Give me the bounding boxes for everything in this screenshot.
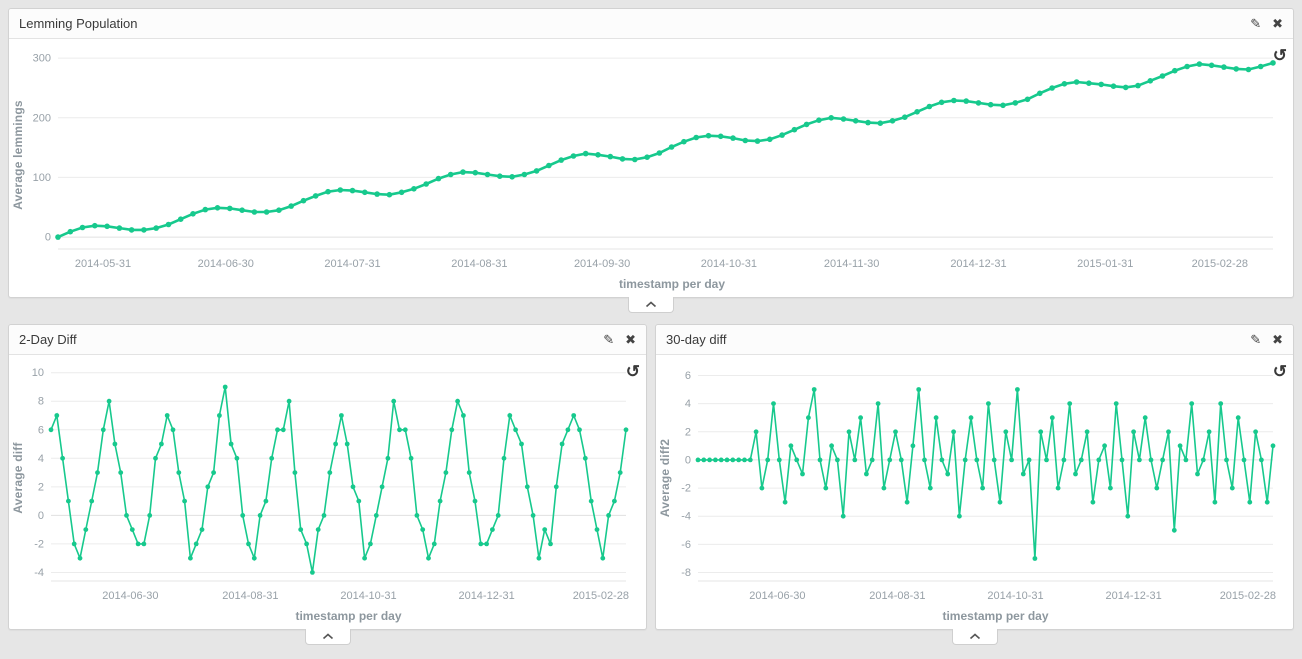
panel-actions: ✎ ✖ [603,333,636,346]
chevron-up-icon [322,633,334,640]
y-axis-label: Average diff2 [658,439,672,517]
edit-icon[interactable]: ✎ [1250,17,1261,30]
svg-text:-4: -4 [681,511,691,523]
svg-text:2: 2 [685,426,691,438]
svg-text:2014-07-31: 2014-07-31 [324,258,380,270]
svg-text:2015-01-31: 2015-01-31 [1077,258,1133,270]
svg-text:2014-10-31: 2014-10-31 [340,590,396,602]
panel-body: ↺ Average diff -4 -2 0 2 4 6 8 10 2014-06-30 2014… [9,355,646,629]
two-day-diff-line-chart[interactable]: -4 -2 0 2 4 6 8 10 2014-06-30 2014-08-31 2014-10-3… [25,359,642,607]
collapse-tab[interactable] [628,297,674,313]
svg-text:2014-08-31: 2014-08-31 [222,590,278,602]
svg-text:2014-10-31: 2014-10-31 [701,258,757,270]
svg-text:4: 4 [685,398,691,410]
panel-actions: ✎ ✖ [1250,17,1283,30]
svg-text:6: 6 [38,424,44,436]
svg-text:2014-08-31: 2014-08-31 [869,590,925,602]
svg-text:8: 8 [38,396,44,408]
svg-text:2014-12-31: 2014-12-31 [1105,590,1161,602]
panel-header: Lemming Population ✎ ✖ [9,9,1293,39]
x-axis-label: timestamp per day [672,607,1289,625]
panel-title: 2-Day Diff [19,332,77,347]
chevron-up-icon [969,633,981,640]
collapse-tab[interactable] [305,629,351,645]
edit-icon[interactable]: ✎ [603,333,614,346]
panel-2-day-diff: 2-Day Diff ✎ ✖ ↺ Average diff -4 -2 0 2 4 6 8 1… [8,324,647,630]
svg-text:300: 300 [33,53,51,65]
svg-text:0: 0 [45,232,51,244]
svg-text:2014-05-31: 2014-05-31 [75,258,131,270]
thirty-day-diff-line-chart[interactable]: -8 -6 -4 -2 0 2 4 6 2014-06-30 2014-08-31 2014-10-… [672,359,1289,607]
panel-body: ↺ Average diff2 -8 -6 -4 -2 0 2 4 6 2014-06-30 20… [656,355,1293,629]
bottom-row: 2-Day Diff ✎ ✖ ↺ Average diff -4 -2 0 2 4 6 8 1… [8,324,1294,630]
svg-text:2014-11-30: 2014-11-30 [824,258,879,270]
svg-text:2014-09-30: 2014-09-30 [574,258,630,270]
svg-text:2015-02-28: 2015-02-28 [573,590,629,602]
svg-text:-2: -2 [681,483,691,495]
close-icon[interactable]: ✖ [625,333,636,346]
svg-text:-6: -6 [681,539,691,551]
y-axis-label: Average diff [11,443,25,514]
svg-text:2014-12-31: 2014-12-31 [458,590,514,602]
lemming-population-line-chart[interactable]: 0 100 200 300 2014-05-31 2014-06-30 2014-07-31… [25,43,1289,275]
svg-text:2014-06-30: 2014-06-30 [102,590,158,602]
panel-30-day-diff: 30-day diff ✎ ✖ ↺ Average diff2 -8 -6 -4 -2… [655,324,1294,630]
collapse-tab[interactable] [952,629,998,645]
svg-text:-2: -2 [34,538,44,550]
svg-text:2014-06-30: 2014-06-30 [749,590,805,602]
panel-actions: ✎ ✖ [1250,333,1283,346]
svg-text:2: 2 [38,481,44,493]
svg-text:100: 100 [33,172,51,184]
svg-text:10: 10 [32,367,44,379]
svg-text:2014-12-31: 2014-12-31 [950,258,1006,270]
history-icon[interactable]: ↺ [1273,47,1287,64]
svg-text:-4: -4 [34,567,44,579]
close-icon[interactable]: ✖ [1272,17,1283,30]
edit-icon[interactable]: ✎ [1250,333,1261,346]
panel-body: ↺ Average lemmings 0 100 200 300 2014-05-31 2… [9,39,1293,297]
panel-lemming-population: Lemming Population ✎ ✖ ↺ Average lemming… [8,8,1294,298]
svg-text:2014-10-31: 2014-10-31 [987,590,1043,602]
panel-title: Lemming Population [19,16,138,31]
chevron-up-icon [645,301,657,308]
svg-text:2015-02-28: 2015-02-28 [1220,590,1276,602]
svg-text:200: 200 [33,112,51,124]
close-icon[interactable]: ✖ [1272,333,1283,346]
panel-header: 2-Day Diff ✎ ✖ [9,325,646,355]
svg-text:0: 0 [685,454,691,466]
svg-text:2014-08-31: 2014-08-31 [451,258,507,270]
svg-text:0: 0 [38,510,44,522]
svg-text:6: 6 [685,370,691,382]
panel-header: 30-day diff ✎ ✖ [656,325,1293,355]
svg-text:-8: -8 [681,567,691,579]
y-axis-label: Average lemmings [11,100,25,209]
svg-text:2014-06-30: 2014-06-30 [198,258,254,270]
x-axis-label: timestamp per day [25,275,1289,293]
panel-title: 30-day diff [666,332,726,347]
x-axis-label: timestamp per day [25,607,642,625]
svg-text:4: 4 [38,453,44,465]
history-icon[interactable]: ↺ [1273,363,1287,380]
history-icon[interactable]: ↺ [626,363,640,380]
svg-text:2015-02-28: 2015-02-28 [1192,258,1248,270]
